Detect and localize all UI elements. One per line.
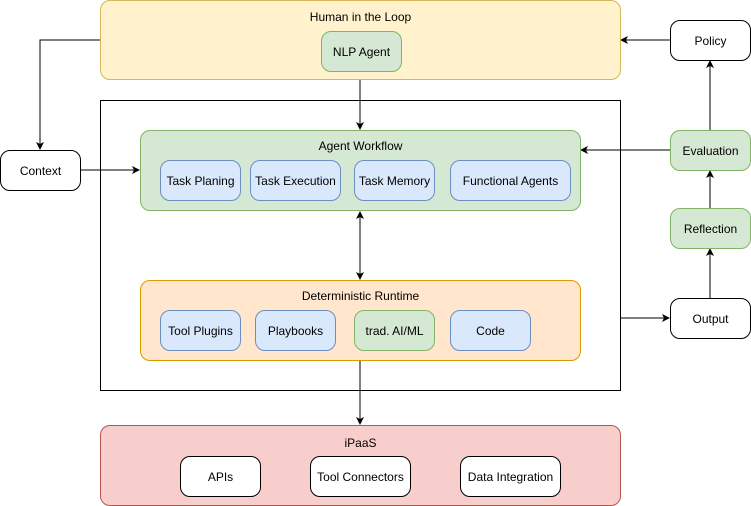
edge-human-to-context	[36, 39, 100, 150]
group-agent-workflow[interactable]: Agent Workflow Task Planing Task Executi…	[140, 130, 581, 211]
node-context[interactable]: Context	[0, 150, 81, 191]
node-functional-agents[interactable]: Functional Agents	[450, 160, 571, 201]
group-title: iPaaS	[344, 436, 377, 450]
node-apis[interactable]: APIs	[180, 456, 261, 497]
node-tool-plugins[interactable]: Tool Plugins	[160, 310, 241, 351]
group-title: Human in the Loop	[309, 10, 412, 24]
node-tool-connectors[interactable]: Tool Connectors	[310, 456, 411, 497]
node-task-planing[interactable]: Task Planing	[160, 160, 241, 201]
node-evaluation[interactable]: Evaluation	[670, 130, 751, 171]
node-task-memory[interactable]: Task Memory	[354, 160, 435, 201]
node-nlp-agent[interactable]: NLP Agent	[321, 31, 402, 72]
group-human-in-the-loop[interactable]: Human in the Loop NLP Agent	[100, 0, 621, 80]
group-deterministic-runtime[interactable]: Deterministic Runtime Tool Plugins Playb…	[140, 280, 581, 361]
node-task-execution[interactable]: Task Execution	[250, 160, 341, 201]
node-code[interactable]: Code	[450, 310, 531, 351]
node-reflection[interactable]: Reflection	[670, 208, 751, 249]
node-playbooks[interactable]: Playbooks	[255, 310, 336, 351]
group-title: Agent Workflow	[318, 139, 403, 153]
node-output[interactable]: Output	[670, 298, 751, 339]
node-policy[interactable]: Policy	[670, 20, 751, 61]
group-title: Deterministic Runtime	[301, 289, 420, 303]
node-data-integration[interactable]: Data Integration	[460, 456, 561, 497]
group-ipaas[interactable]: iPaaS APIs Tool Connectors Data Integrat…	[100, 425, 621, 506]
node-trad-ai-ml[interactable]: trad. AI/ML	[354, 310, 435, 351]
